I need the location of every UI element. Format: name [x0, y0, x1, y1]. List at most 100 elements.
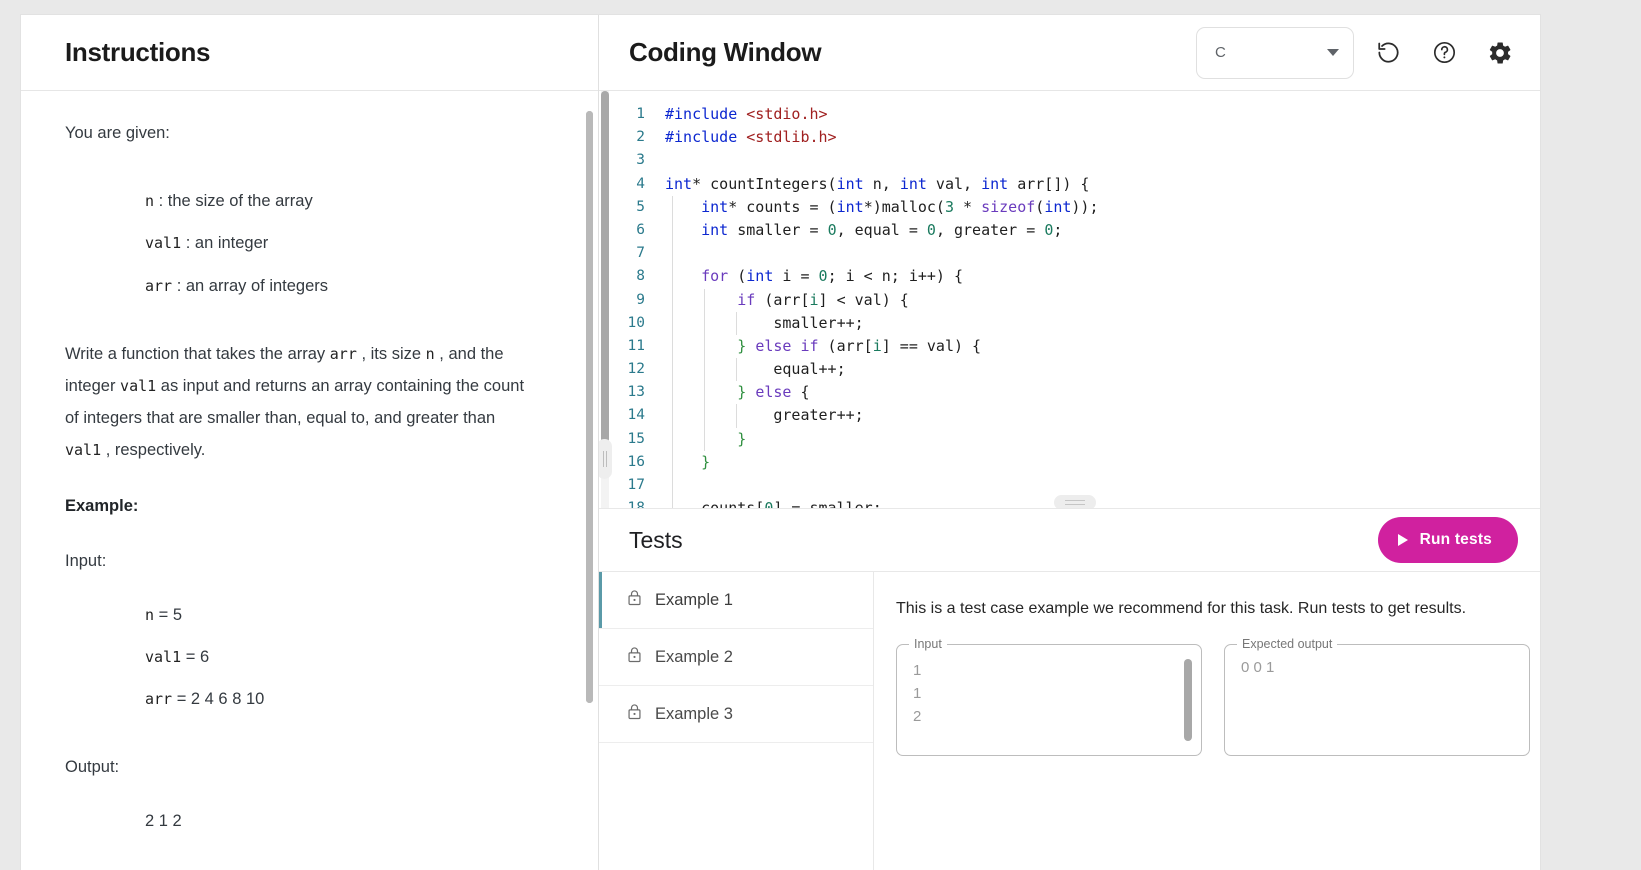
code-line: 13 } else { — [613, 381, 1540, 405]
indent-guide — [704, 404, 705, 428]
coding-header: Coding Window C — [599, 15, 1540, 91]
code-line: 14 greater++; — [613, 404, 1540, 428]
line-number: 14 — [627, 407, 645, 424]
line-number: 2 — [636, 129, 645, 146]
tests-title: Tests — [629, 526, 683, 553]
indent-guide — [704, 311, 705, 335]
param-desc-n: : the size of the array — [158, 192, 313, 211]
test-input-scrollbar[interactable] — [1184, 659, 1192, 741]
code-line: 15 } — [613, 427, 1540, 451]
editor-scrollbar-thumb[interactable] — [601, 91, 609, 443]
test-expected-label: Expected output — [1237, 637, 1338, 651]
test-case-note: This is a test case example we recommend… — [896, 600, 1467, 617]
code-line: 7 — [613, 242, 1540, 266]
help-icon[interactable] — [1422, 31, 1466, 75]
indent-guide — [672, 358, 673, 382]
code-line-text — [665, 242, 1540, 266]
test-case-item[interactable]: Example 3 — [599, 686, 873, 743]
param-name-val1: val1 — [145, 234, 182, 253]
desc-line2c: as input and returns an array — [160, 376, 372, 395]
test-expected-field[interactable]: Expected output 0 0 1 — [1224, 637, 1531, 756]
line-number: 11 — [627, 337, 645, 354]
test-input-value[interactable]: 1 1 2 — [897, 645, 1203, 755]
tests-body: Example 1 Example 2 Example 3 This is a te… — [599, 571, 1540, 870]
code-line-text: smaller++; — [665, 311, 1540, 335]
editor-tests-splitter[interactable] — [1054, 495, 1096, 508]
coding-exercise-app: Instructions You are given: n : the size… — [20, 14, 1541, 870]
indent-guide — [672, 242, 673, 266]
lock-icon — [627, 589, 642, 611]
instructions-intro: You are given: — [65, 124, 170, 142]
instructions-scrollbar[interactable] — [586, 111, 593, 703]
indent-guide — [672, 450, 673, 474]
code-line-text: int* countIntegers(int n, int val, int a… — [665, 174, 1090, 193]
code-line-text: } — [665, 450, 1540, 474]
instructions-title: Instructions — [65, 37, 211, 67]
instructions-scrollbar-thumb[interactable] — [586, 111, 593, 703]
code-editor[interactable]: 1 #include <stdio.h> 2 #include <stdlib.h> 3… — [599, 91, 1540, 509]
input-eq-val1: = 6 — [185, 647, 210, 666]
code-line-text: equal++; — [665, 358, 1540, 382]
code-content[interactable]: 1 #include <stdio.h> 2 #include <stdlib.h> 3… — [613, 91, 1540, 508]
param-desc-arr: : an array of integers — [176, 276, 329, 295]
test-case-list: Example 1 Example 2 Example 3 — [599, 572, 874, 870]
line-number: 10 — [627, 314, 645, 331]
test-case-detail: This is a test case example we recommend… — [874, 572, 1540, 870]
code-line-text — [665, 474, 1540, 498]
instructions-panel: Instructions You are given: n : the size… — [21, 15, 599, 870]
indent-guide — [672, 381, 673, 405]
lock-icon — [627, 703, 642, 725]
output-label: Output: — [65, 758, 120, 777]
tests-header: Tests Run tests — [599, 509, 1540, 571]
desc-line4c: , respectively. — [105, 441, 206, 460]
reset-icon[interactable] — [1366, 31, 1410, 75]
desc-code-val1-2: val1 — [65, 441, 102, 460]
language-select-value: C — [1215, 44, 1226, 61]
code-line-text: #include <stdlib.h> — [665, 128, 837, 147]
param-name-n: n — [145, 192, 155, 211]
desc-line1a: Write a function that takes the array — [65, 344, 326, 363]
gear-icon[interactable] — [1478, 31, 1522, 75]
indent-guide — [672, 497, 673, 508]
indent-guide — [704, 381, 705, 405]
input-name-arr: arr — [145, 690, 173, 709]
desc-code-arr: arr — [329, 344, 357, 363]
indent-guide — [672, 265, 673, 289]
line-number: 17 — [627, 477, 645, 493]
test-case-label: Example 1 — [655, 590, 733, 609]
input-label: Input: — [65, 551, 107, 570]
test-expected-value[interactable]: 0 0 1 — [1225, 645, 1531, 701]
test-case-label: Example 2 — [655, 647, 733, 666]
line-number: 4 — [636, 175, 645, 192]
run-tests-button[interactable]: Run tests — [1377, 517, 1518, 563]
code-line-text: #include <stdio.h> — [665, 105, 828, 123]
code-line: 5 int* counts = (int*)malloc(3 * sizeof(… — [613, 195, 1540, 219]
test-case-item[interactable]: Example 2 — [599, 629, 873, 686]
test-case-item[interactable]: Example 1 — [599, 572, 873, 629]
code-line-text: greater++; — [665, 404, 1540, 428]
code-line: 8 for (int i = 0; i < n; i++) { — [613, 265, 1540, 289]
editor-resize-grip[interactable] — [599, 439, 612, 479]
code-line-text: } else if (arr[i] == val) { — [665, 334, 1540, 359]
code-line: 3 — [613, 149, 1540, 172]
param-name-arr: arr — [145, 276, 173, 295]
language-select[interactable]: C — [1196, 26, 1354, 79]
code-line-text: } else { — [665, 381, 1540, 405]
indent-guide — [672, 427, 673, 451]
indent-guide — [672, 334, 673, 359]
test-input-field[interactable]: Input 1 1 2 — [896, 637, 1203, 756]
desc-line1c: , its size — [361, 344, 422, 363]
test-case-label: Example 3 — [655, 704, 733, 723]
coding-window-title: Coding Window — [629, 37, 822, 67]
line-number: 13 — [627, 384, 645, 401]
code-line-text: for (int i = 0; i < n; i++) { — [665, 265, 1540, 289]
code-line-text: int smaller = 0, equal = 0, greater = 0; — [665, 218, 1540, 243]
line-number: 7 — [636, 245, 645, 262]
line-number: 18 — [613, 497, 665, 508]
indent-guide — [672, 288, 673, 312]
parameter-row: val1 : an integer — [145, 227, 554, 259]
code-line: 10 smaller++; — [613, 311, 1540, 335]
instructions-content: You are given: n : the size of the array… — [21, 91, 598, 870]
code-line: 6 int smaller = 0, equal = 0, greater = … — [613, 218, 1540, 243]
